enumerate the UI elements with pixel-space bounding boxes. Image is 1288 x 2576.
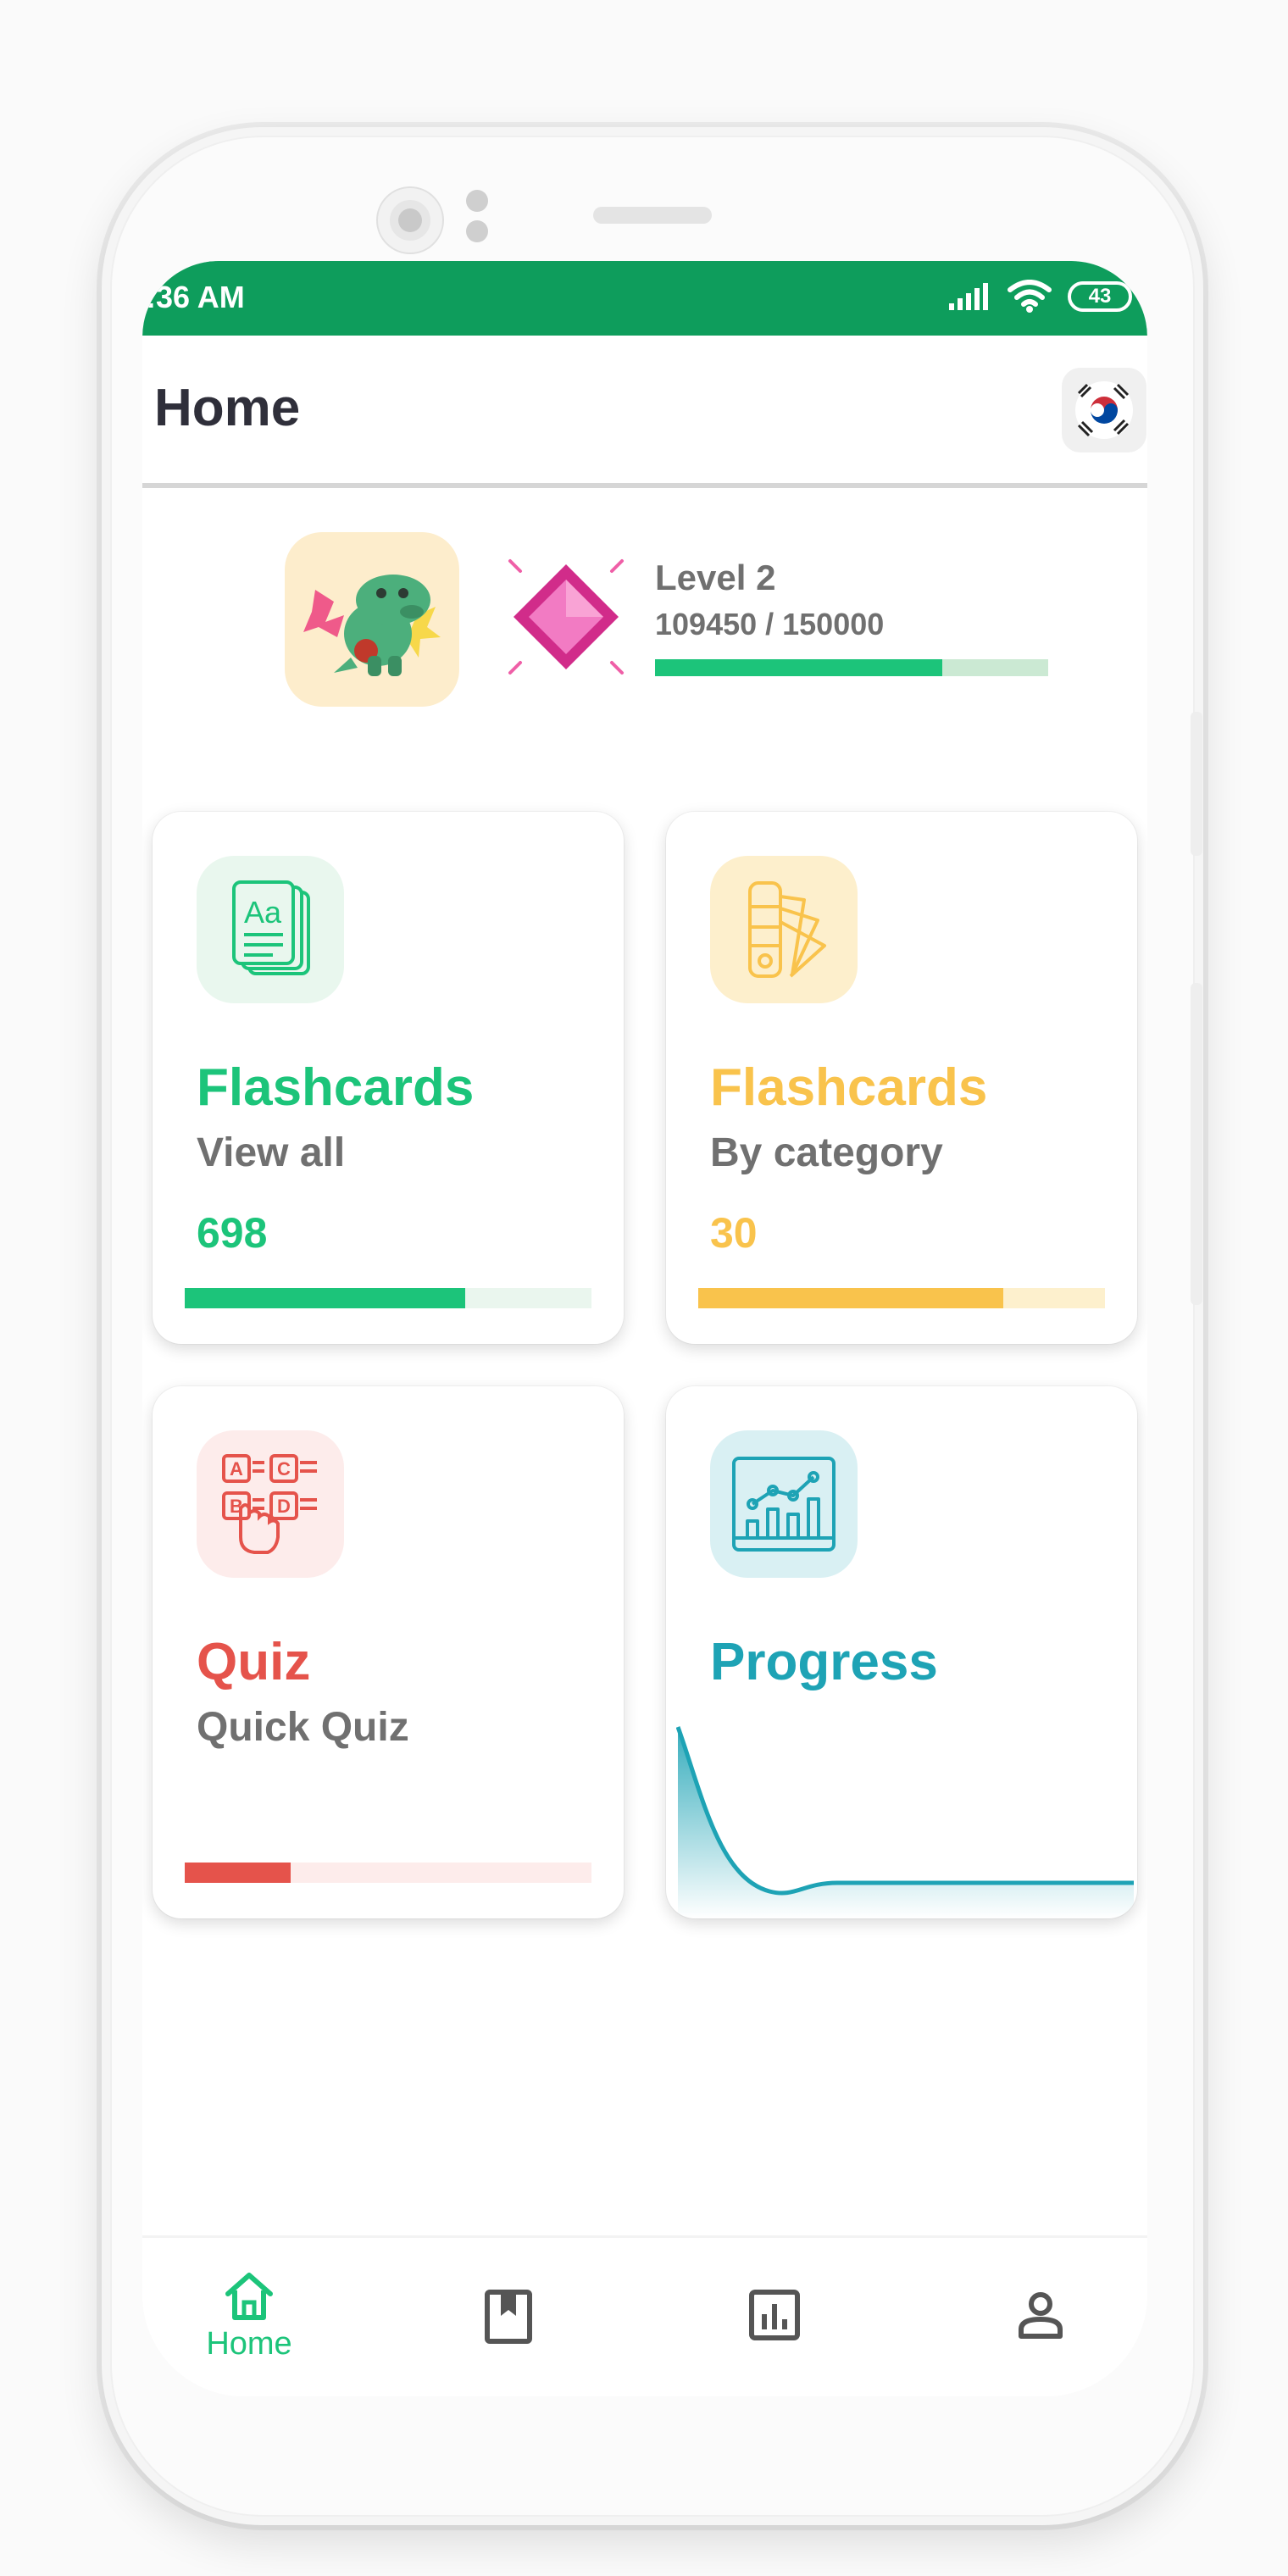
signal-icon: [949, 283, 988, 310]
status-icons: 43: [947, 280, 1132, 314]
sensor-dot-bottom: [466, 220, 488, 242]
language-flag-button[interactable]: [1062, 368, 1146, 452]
sensor-dot-top: [466, 190, 488, 212]
flashcards-view-all-card[interactable]: Aa Flashcards View all 698: [153, 812, 624, 1344]
card-icon-box: [710, 856, 858, 1003]
battery-level: 43: [1088, 285, 1112, 308]
card-count: 30: [710, 1209, 758, 1257]
bookmark-book-icon: [485, 2290, 532, 2344]
card-subtitle: Quick Quiz: [197, 1705, 409, 1750]
card-title: Flashcards: [197, 1058, 475, 1117]
battery-indicator: 43: [1068, 281, 1132, 312]
card-progress-fill: [698, 1288, 1003, 1308]
nav-item-profile[interactable]: [956, 2290, 1125, 2340]
app-screen: :36 AM 43 Home Level 2 109450 / 150000 A…: [142, 261, 1147, 2396]
card-icon-box: A C B D: [197, 1430, 344, 1578]
page-title: Home: [154, 379, 301, 437]
nav-item-statistics[interactable]: [690, 2289, 859, 2341]
progress-curve-area: [678, 1727, 1134, 1918]
profile-person-icon: [1019, 2292, 1063, 2339]
nav-item-home[interactable]: Home: [164, 2272, 334, 2362]
flashcards-by-category-card[interactable]: Flashcards By category 30: [666, 812, 1137, 1344]
front-camera: [378, 188, 442, 253]
status-bar: :36 AM 43: [142, 261, 1147, 336]
bottom-navigation: Home: [142, 2235, 1147, 2396]
volume-button: [1191, 712, 1202, 856]
xp-progress-fill: [655, 659, 942, 676]
wifi-icon: [1008, 280, 1052, 313]
nav-label-home: Home: [206, 2326, 292, 2362]
card-icon-box: Aa: [197, 856, 344, 1003]
dinosaur-avatar-icon: [303, 575, 441, 676]
app-bar: Home: [142, 336, 1147, 488]
level-label: Level 2: [655, 558, 776, 597]
avatar[interactable]: [285, 532, 459, 707]
card-title: Progress: [710, 1633, 938, 1691]
flashcards-book-icon: Aa: [232, 880, 310, 975]
home-icon: [225, 2273, 273, 2320]
quiz-card[interactable]: A C B D Quiz Quick Quiz: [153, 1386, 624, 1918]
korea-flag-icon: [1075, 381, 1133, 439]
bar-chart-icon: [749, 2290, 800, 2340]
card-title: Flashcards: [710, 1058, 988, 1117]
card-progress-fill: [185, 1863, 291, 1883]
status-time: :36 AM: [146, 280, 245, 314]
card-count: 698: [197, 1209, 268, 1257]
svg-text:B: B: [230, 1496, 243, 1517]
progress-chart-icon: [732, 1457, 836, 1552]
card-subtitle: View all: [197, 1130, 346, 1175]
pink-gem-icon: [508, 559, 624, 675]
progress-curve-graphic: [676, 1726, 1134, 1918]
svg-text:C: C: [277, 1458, 291, 1480]
card-progress-bar: [185, 1863, 591, 1883]
svg-text:A: A: [230, 1458, 243, 1480]
card-title: Quiz: [197, 1633, 311, 1691]
xp-text: 109450 / 150000: [655, 607, 885, 641]
color-swatch-fan-icon: [748, 881, 826, 978]
nav-item-bookmarks[interactable]: [424, 2289, 593, 2345]
earpiece-speaker: [593, 207, 712, 224]
card-progress-bar: [698, 1288, 1105, 1308]
progress-card[interactable]: Progress: [666, 1386, 1137, 1918]
xp-progress-bar: [655, 659, 1048, 676]
progress-curve-line: [676, 1726, 1134, 1896]
card-subtitle: By category: [710, 1130, 943, 1175]
quiz-choice-hand-icon: A C B D: [222, 1454, 317, 1554]
svg-text:Aa: Aa: [244, 895, 282, 930]
card-icon-box: [710, 1430, 858, 1578]
card-progress-fill: [185, 1288, 466, 1308]
svg-text:D: D: [277, 1496, 291, 1517]
power-button: [1191, 983, 1202, 1305]
card-progress-bar: [185, 1288, 591, 1308]
